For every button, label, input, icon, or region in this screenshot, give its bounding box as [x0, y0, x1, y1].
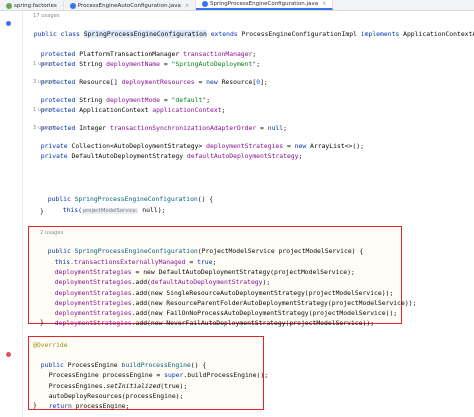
class-declaration: public class SpringProcessEngineConfigur… — [33, 30, 474, 38]
field-transaction-manager: protected PlatformTransactionManager tra… — [40, 50, 257, 58]
close-icon[interactable]: × — [185, 3, 189, 9]
field-deployment-name: protected String deploymentName = "Sprin… — [40, 60, 261, 68]
override-gutter-icon[interactable] — [6, 352, 11, 357]
constructor-statement: deploymentStrategies.add(new ResourcePar… — [54, 299, 417, 307]
tab-spring-process-engine-configuration[interactable]: SpringProcessEngineConfiguration.java × — [196, 0, 334, 10]
constructor-statement: deploymentStrategies = new DefaultAutoDe… — [54, 268, 355, 276]
tab-label: SpringProcessEngineConfiguration.java — [210, 1, 319, 7]
field-application-context: protected ApplicationContext application… — [40, 106, 226, 114]
parameter-name-hint: projectModelService: — [81, 208, 139, 214]
constructor-statement: deploymentStrategies.add(defaultAutoDepl… — [54, 278, 271, 286]
build-statement: return processEngine; — [48, 402, 130, 410]
constructor-default-signature: public SpringProcessEngineConfiguration(… — [47, 195, 214, 203]
build-statement: ProcessEngine processEngine = super.buil… — [48, 371, 269, 379]
constructor-default-close: } — [40, 207, 44, 215]
constructor-project-model-signature: public SpringProcessEngineConfiguration(… — [47, 247, 364, 255]
constructor-default-body: this(projectModelService: null); — [62, 206, 166, 214]
constructor-statement: deploymentStrategies.add(new NeverFailAu… — [54, 319, 375, 327]
override-annotation: @Override — [33, 341, 68, 349]
field-tx-sync-order: protected Integer transactionSynchroniza… — [40, 124, 287, 132]
editor-gutter — [0, 11, 23, 417]
file-icon — [6, 2, 12, 9]
constructor-statement: deploymentStrategies.add(new SingleResou… — [54, 289, 394, 297]
tab-label: ProcessEngineAutoConfiguration.java — [77, 2, 181, 9]
constructor-statement: deploymentStrategies.add(new FailOnNoPro… — [54, 309, 398, 317]
build-process-engine-signature: public ProcessEngine buildProcessEngine(… — [40, 361, 207, 369]
tab-process-engine-auto-configuration[interactable]: ProcessEngineAutoConfiguration.java × — [64, 1, 197, 10]
close-icon[interactable]: × — [322, 1, 326, 7]
field-deployment-mode: protected String deploymentMode = "defau… — [40, 96, 211, 104]
tab-spring-factories[interactable]: spring.factories — [0, 1, 64, 10]
constructor-statement: this.transactionsExternallyManaged = tru… — [54, 258, 217, 266]
field-deployment-resources: protected Resource[] deploymentResources… — [40, 78, 268, 86]
field-deployment-strategies: private Collection<AutoDeploymentStrateg… — [40, 142, 364, 150]
tab-label: spring.factories — [14, 2, 57, 9]
build-process-engine-close: } — [33, 401, 37, 409]
java-class-icon — [202, 1, 209, 7]
build-statement: autoDeployResources(processEngine); — [48, 392, 184, 400]
constructor-close: } — [40, 318, 44, 326]
field-default-strategy: private DefaultAutoDeploymentStrategy de… — [40, 152, 303, 160]
override-gutter-icon[interactable] — [6, 21, 11, 26]
editor-tab-bar: spring.factories ProcessEngineAutoConfig… — [0, 0, 474, 11]
build-statement: ProcessEngines.setInitialized(true); — [48, 382, 188, 390]
java-class-icon — [69, 2, 76, 9]
